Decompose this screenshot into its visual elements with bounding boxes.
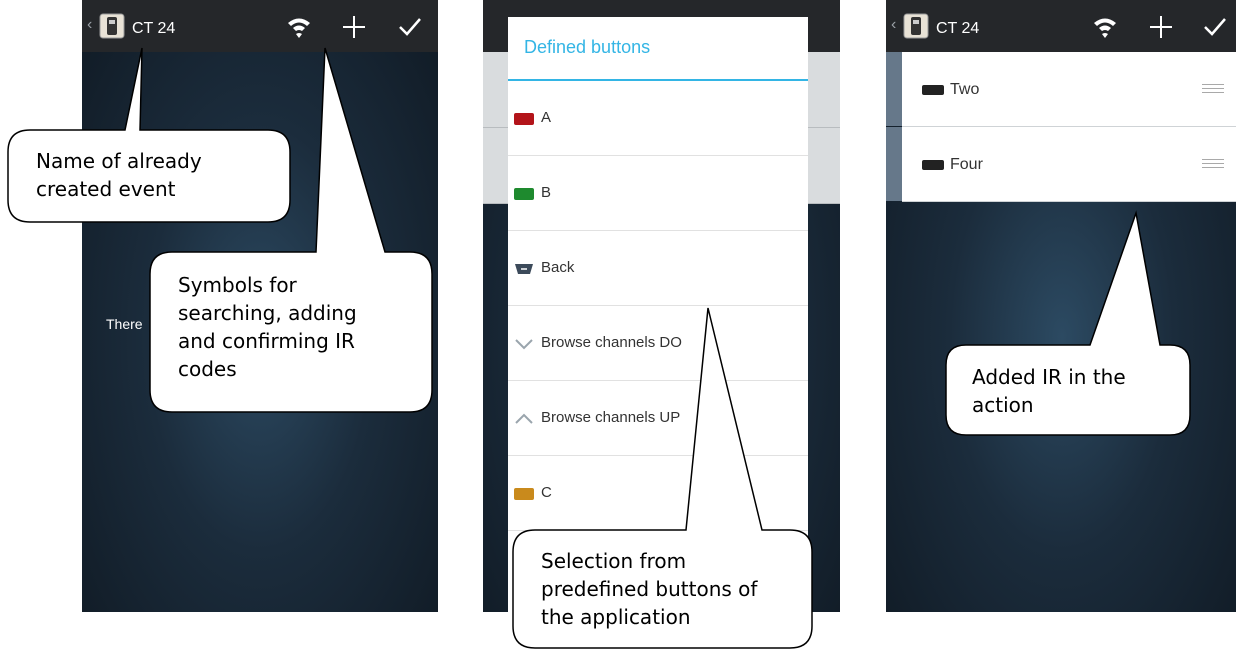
callout-event-name: Name of already created event bbox=[36, 149, 202, 201]
callout-line: Selection from bbox=[541, 549, 687, 573]
empty-message: There bbox=[106, 316, 143, 332]
dialog-item-b[interactable]: B bbox=[508, 156, 808, 231]
callout-line: Added IR in the bbox=[972, 365, 1126, 389]
back-chevron-icon[interactable]: ‹ bbox=[891, 16, 896, 34]
dialog-item-label: Browse channels UP bbox=[541, 409, 681, 426]
app-logo-icon[interactable] bbox=[902, 12, 930, 40]
list-item[interactable]: Four bbox=[886, 127, 1236, 202]
event-title: CT 24 bbox=[936, 20, 980, 37]
red-swatch-icon bbox=[514, 113, 534, 125]
row-strip bbox=[886, 127, 902, 201]
callout-symbols: Symbols for searching, adding and confir… bbox=[178, 271, 357, 383]
chevron-down-icon bbox=[515, 339, 533, 350]
confirm-check-icon[interactable] bbox=[1202, 14, 1228, 40]
back-chevron-icon[interactable]: ‹ bbox=[87, 16, 92, 34]
wifi-search-icon[interactable] bbox=[286, 14, 312, 40]
callout-line: predefined buttons of bbox=[541, 577, 758, 601]
callout-line: the application bbox=[541, 605, 691, 629]
action-bar: ‹ CT 24 bbox=[886, 0, 1236, 52]
dialog-item-c[interactable]: C bbox=[508, 456, 808, 531]
dialog-item-browse-up[interactable]: Browse channels UP bbox=[508, 381, 808, 456]
black-swatch-icon bbox=[922, 85, 944, 95]
dialog-item-label: B bbox=[541, 184, 552, 201]
phone-screen-action: ‹ CT 24 Two Four bbox=[886, 0, 1236, 612]
drag-handle-icon[interactable] bbox=[1202, 84, 1224, 94]
callout-line: codes bbox=[178, 357, 237, 381]
wifi-search-icon[interactable] bbox=[1092, 14, 1118, 40]
callout-line: searching, adding bbox=[178, 301, 357, 325]
action-bar: ‹ CT 24 bbox=[82, 0, 438, 52]
drag-handle-icon[interactable] bbox=[1202, 159, 1224, 169]
dialog-item-label: A bbox=[541, 109, 552, 126]
dialog-title: Defined buttons bbox=[524, 37, 651, 57]
list-item-label: Two bbox=[950, 81, 980, 98]
confirm-check-icon[interactable] bbox=[397, 14, 423, 40]
dialog-item-a[interactable]: A bbox=[508, 81, 808, 156]
green-swatch-icon bbox=[514, 188, 534, 200]
callout-line: action bbox=[972, 393, 1034, 417]
add-icon[interactable] bbox=[1148, 14, 1174, 40]
back-button-icon bbox=[515, 264, 533, 274]
list-item-label: Four bbox=[950, 156, 983, 173]
callout-added: Added IR in the action bbox=[972, 363, 1126, 419]
event-title: CT 24 bbox=[132, 20, 176, 37]
dialog-list: A B Back Browse channels DO Browse chann… bbox=[508, 81, 808, 531]
list-item[interactable]: Two bbox=[886, 52, 1236, 127]
dialog-item-label: Back bbox=[541, 259, 575, 276]
dialog-item-browse-down[interactable]: Browse channels DO bbox=[508, 306, 808, 381]
defined-buttons-dialog: Defined buttons A B Back Browse channels… bbox=[508, 17, 808, 612]
dialog-item-label: C bbox=[541, 484, 552, 501]
add-icon[interactable] bbox=[341, 14, 367, 40]
yellow-swatch-icon bbox=[514, 488, 534, 500]
app-logo-icon[interactable] bbox=[98, 12, 126, 40]
action-ir-list: Two Four bbox=[886, 52, 1236, 202]
black-swatch-icon bbox=[922, 160, 944, 170]
phone-screen-dialog: Defined buttons A B Back Browse channels… bbox=[483, 0, 840, 612]
callout-selection: Selection from predefined buttons of the… bbox=[541, 547, 757, 631]
callout-line: and confirming IR bbox=[178, 329, 355, 353]
chevron-up-icon bbox=[515, 413, 533, 424]
callout-line: Symbols for bbox=[178, 273, 297, 297]
row-strip bbox=[886, 52, 902, 126]
dialog-item-label: Browse channels DO bbox=[541, 334, 682, 351]
dialog-item-back[interactable]: Back bbox=[508, 231, 808, 306]
